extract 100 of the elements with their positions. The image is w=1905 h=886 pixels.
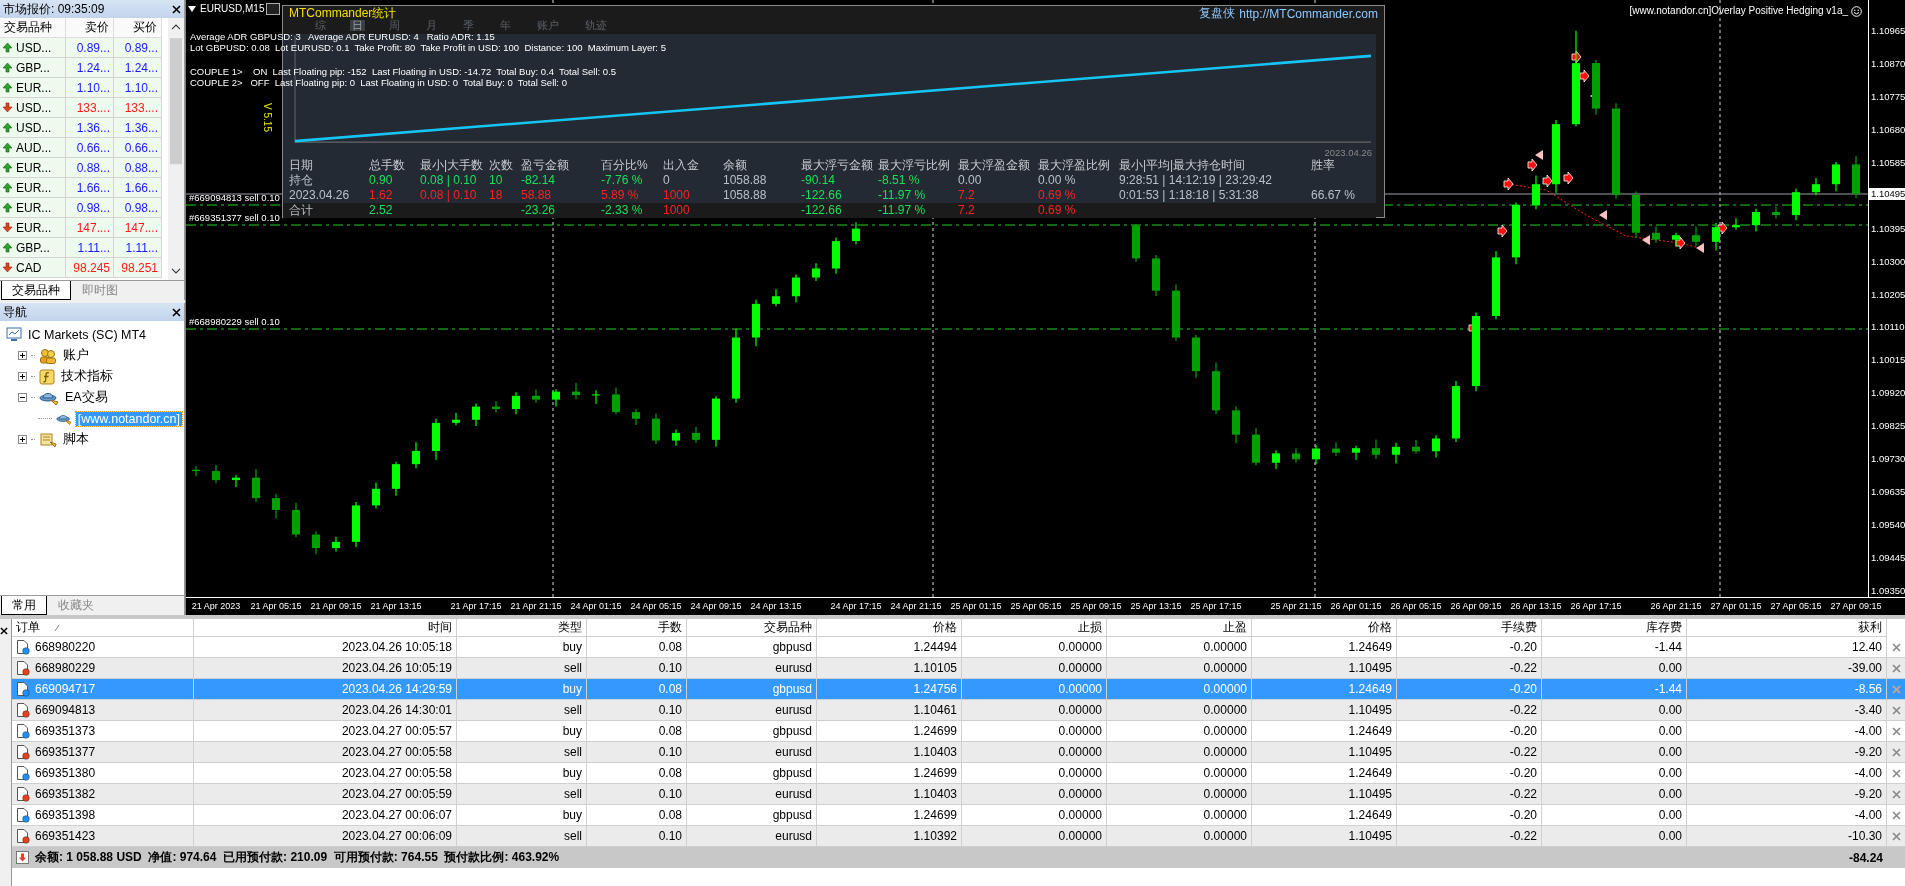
ask-price: 1.66... <box>114 178 162 198</box>
time-label: 25 Apr 17:15 <box>1190 601 1242 611</box>
symbol-cell[interactable]: USD... <box>0 98 66 118</box>
column-header[interactable]: 止损 <box>962 619 1107 637</box>
column-header[interactable]: 卖价 <box>66 18 114 38</box>
time-label: 26 Apr 21:15 <box>1650 601 1702 611</box>
minimize-button[interactable] <box>266 3 280 15</box>
tree-item[interactable]: EA交易 <box>63 389 110 406</box>
panel-title: 导航 <box>3 303 27 321</box>
indicator-label: [www.notandor.cn]Overlay Positive Hedging v1a_ <box>1629 5 1848 17</box>
column-header[interactable]: 获利 <box>1687 619 1887 637</box>
time-label: 21 Apr 05:15 <box>250 601 302 611</box>
column-header[interactable]: 类型 <box>457 619 587 637</box>
stat-value: 0.69 % <box>1038 203 1077 219</box>
tree-item[interactable]: IC Markets (SC) MT4 <box>26 327 149 342</box>
tab[interactable]: 日 <box>350 20 365 31</box>
symbol-cell[interactable]: GBP... <box>0 238 66 258</box>
close-icon[interactable] <box>172 307 181 317</box>
down-arrow-icon[interactable] <box>16 851 29 864</box>
candle <box>312 530 320 555</box>
symbol-cell[interactable]: EUR... <box>0 198 66 218</box>
close-icon[interactable] <box>0 627 8 635</box>
symbol-cell[interactable]: CAD <box>0 258 66 278</box>
order-row[interactable]: 669351423 2023.04.27 00:06:09 sell 0.10 eurusd 1.10392 0.00000 0.00000 1.10495 -0.22 0.00 -10.30 <box>12 826 1905 847</box>
stat-value: 持仓 <box>289 173 314 189</box>
time-label: 27 Apr 09:15 <box>1830 601 1882 611</box>
tab[interactable]: 交易品种 <box>1 281 71 300</box>
candle <box>592 389 600 405</box>
column-header[interactable]: 手数 <box>587 619 687 637</box>
tree-item[interactable]: 账户 <box>61 347 91 364</box>
symbol-cell[interactable]: USD... <box>0 38 66 58</box>
time-label: 27 Apr 01:15 <box>1710 601 1762 611</box>
column-header[interactable]: 订单 <box>12 619 194 637</box>
ask-price: 0.89... <box>114 38 162 58</box>
order-document-icon <box>16 681 30 697</box>
price-label: 1.10680 <box>1870 123 1905 136</box>
minus-box-icon[interactable] <box>18 393 27 402</box>
plus-box-icon[interactable] <box>18 372 27 381</box>
candle <box>192 465 200 477</box>
order-row[interactable]: 669094813 2023.04.26 14:30:01 sell 0.10 eurusd 1.10461 0.00000 0.00000 1.10495 -0.22 0.00 -3.40 <box>12 700 1905 721</box>
tab[interactable]: 常用 <box>1 596 47 615</box>
column-header[interactable]: 交易品种 <box>0 18 66 38</box>
symbol-cell[interactable]: EUR... <box>0 158 66 178</box>
candle <box>1152 254 1160 297</box>
column-header[interactable]: 时间 <box>194 619 457 637</box>
table-cell: 668980229 <box>35 661 96 675</box>
chart-title: EURUSD,M15 <box>200 3 265 15</box>
candle <box>1832 161 1840 192</box>
order-document-icon <box>16 723 30 739</box>
stat-value: 0 <box>663 173 671 189</box>
symbol-cell[interactable]: EUR... <box>0 178 66 198</box>
tree-item[interactable]: 脚本 <box>61 431 91 448</box>
order-row[interactable]: 669351398 2023.04.27 00:06:07 buy 0.08 gbpusd 1.24699 0.00000 0.00000 1.24649 -0.20 0.00 -4.00 <box>12 805 1905 826</box>
scrollbar[interactable] <box>168 18 184 280</box>
candle <box>812 262 820 282</box>
price-label: 1.09920 <box>1870 387 1905 400</box>
order-row[interactable]: 669351382 2023.04.27 00:05:59 sell 0.10 eurusd 1.10403 0.00000 0.00000 1.10495 -0.22 0.00 -9.20 <box>12 784 1905 805</box>
candle <box>1492 250 1500 320</box>
time-label: 25 Apr 21:15 <box>1270 601 1322 611</box>
stat-value: -90.14 <box>801 173 837 189</box>
candle <box>492 400 500 414</box>
symbol-cell[interactable]: USD... <box>0 118 66 138</box>
column-header[interactable]: 价格 <box>1252 619 1397 637</box>
candle <box>472 402 480 427</box>
caret-icon[interactable] <box>188 6 196 12</box>
symbol-cell[interactable]: GBP... <box>0 58 66 78</box>
website-link[interactable]: http://MTCommander.com <box>1239 6 1378 21</box>
bid-price: 0.66... <box>66 138 114 158</box>
column-header: 最小|大手数 <box>420 158 485 174</box>
order-row[interactable]: 669351377 2023.04.27 00:05:58 sell 0.10 eurusd 1.10403 0.00000 0.00000 1.10495 -0.22 0.00 -9.20 <box>12 742 1905 763</box>
version-label: V 5.15 <box>261 103 273 132</box>
order-row[interactable]: 669351373 2023.04.27 00:05:57 buy 0.08 gbpusd 1.24699 0.00000 0.00000 1.24649 -0.20 0.00 -4.00 <box>12 721 1905 742</box>
column-header[interactable]: 价格 <box>817 619 962 637</box>
close-icon[interactable] <box>172 4 181 14</box>
symbol-cell[interactable]: AUD... <box>0 138 66 158</box>
column-header[interactable]: 止盈 <box>1107 619 1252 637</box>
ask-price: 98.251 <box>114 258 162 278</box>
order-document-icon <box>16 807 30 823</box>
tree-item[interactable]: 技术指标 <box>59 368 115 385</box>
column-header: 最大浮盈金额 <box>958 158 1031 174</box>
column-header[interactable]: 库存费 <box>1542 619 1687 637</box>
time-label: 25 Apr 09:15 <box>1070 601 1122 611</box>
stat-value: 7.2 <box>958 203 976 219</box>
plus-box-icon[interactable] <box>18 435 27 444</box>
plus-box-icon[interactable] <box>18 351 27 360</box>
stat-value: 5.89 % <box>601 188 640 204</box>
stat-value: 1000 <box>663 188 691 204</box>
order-document-icon <box>16 828 30 844</box>
function-icon <box>39 368 55 385</box>
order-row[interactable]: 668980220 2023.04.26 10:05:18 buy 0.08 gbpusd 1.24494 0.00000 0.00000 1.24649 -0.20 -1.44 12.40 <box>12 637 1905 658</box>
column-header[interactable]: 买价 <box>114 18 162 38</box>
symbol-cell[interactable]: EUR... <box>0 218 66 238</box>
symbol-cell[interactable]: EUR... <box>0 78 66 98</box>
order-row[interactable]: 668980229 2023.04.26 10:05:19 sell 0.10 eurusd 1.10105 0.00000 0.00000 1.10495 -0.22 0.00 -39.00 <box>12 658 1905 679</box>
column-header[interactable]: 交易品种 <box>687 619 817 637</box>
symbol-name: CAD <box>16 260 42 275</box>
ask-price: 1.10... <box>114 78 162 98</box>
column-header[interactable]: 手续费 <box>1397 619 1542 637</box>
stat-value: 10 <box>489 173 504 189</box>
order-row[interactable]: 669351380 2023.04.27 00:05:58 buy 0.08 gbpusd 1.24699 0.00000 0.00000 1.24649 -0.20 0.00 -4.00 <box>12 763 1905 784</box>
